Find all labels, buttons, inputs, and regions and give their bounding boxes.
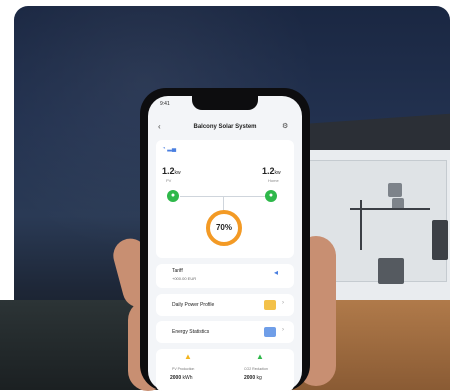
daily-power-profile-label: Daily Power Profile [172,302,215,308]
image-frame: 9:41 ‹ Balcony Solar System ⚙ ◔ ▂▄ 1.2kw… [0,0,455,391]
app-title: Balcony Solar System [193,124,257,130]
tariff-value: +000.00 EUR [172,276,197,281]
sun-icon: ▲ [184,352,192,361]
battery-unit [378,258,404,284]
home-node-icon: ● [265,190,277,202]
status-time: 9:41 [160,101,170,107]
phone-notch [192,96,258,110]
chevron-right-icon: › [282,300,284,306]
pv-production-value: 2000 kWh [170,375,193,381]
wifi-icon: ◔ ▂▄ [162,146,177,152]
tariff-label: Tariff [172,268,183,274]
wire [360,200,362,250]
co2-reduction-label: CO2 Reduction [244,367,268,371]
energy-statistics-label: Energy Statistics [172,329,210,335]
wire [350,208,430,210]
chevron-left-icon[interactable]: ‹ [158,122,161,131]
home-power: 1.2kw [262,166,281,176]
battery-unit [432,220,448,260]
share-icon[interactable]: ◂ [274,268,278,277]
pv-production-label: PV Production [172,367,195,371]
co2-reduction-value: 2000 kg [244,375,262,381]
leaf-icon: ▲ [256,352,264,361]
bar-chart-icon [264,300,276,310]
home-label: Home [268,178,279,183]
pv-node-icon: ● [167,190,179,202]
chevron-right-icon: › [282,327,284,333]
flow-line-vertical [223,196,224,210]
pv-power: 1.2kw [162,166,181,176]
inverter-box [388,183,402,197]
line-chart-icon [264,327,276,337]
gear-icon[interactable]: ⚙ [282,122,288,130]
pv-label: PV [166,178,172,183]
battery-percent: 70% [215,223,232,232]
